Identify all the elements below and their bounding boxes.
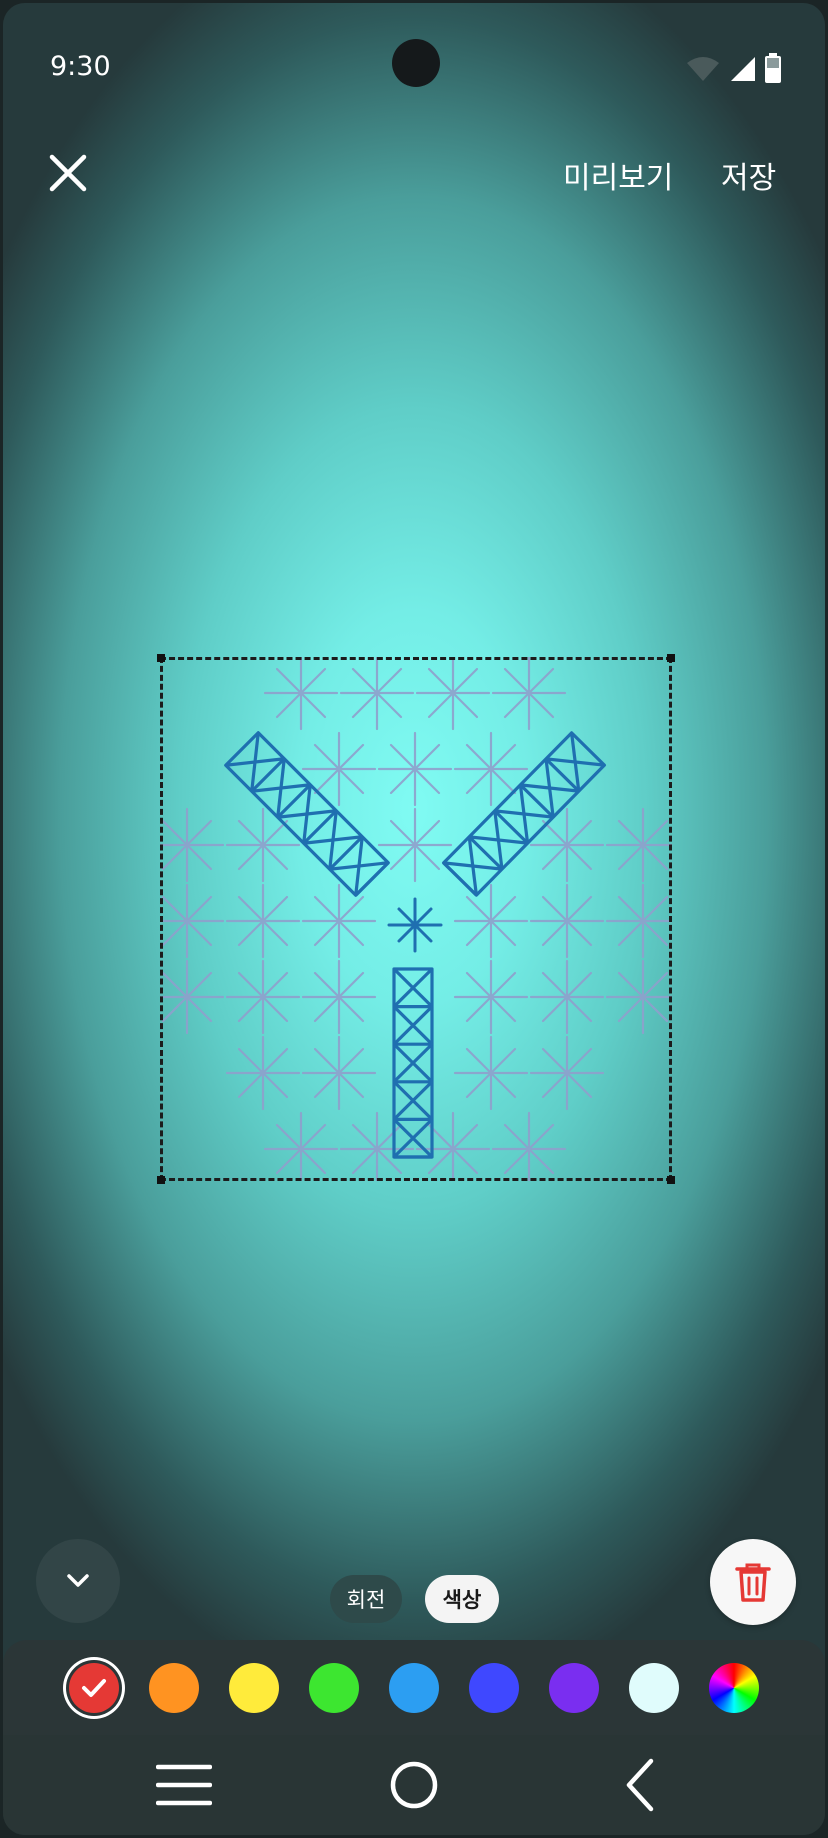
close-icon <box>49 154 87 192</box>
color-swatch-sky-blue[interactable] <box>389 1663 439 1713</box>
chevron-down-icon <box>67 1574 89 1587</box>
phone-screen: 9:30 미리보기 저장 회전 색상 <box>3 3 825 1835</box>
close-button[interactable] <box>43 148 93 198</box>
status-icons <box>685 53 781 83</box>
back-icon <box>626 1758 654 1812</box>
preview-button[interactable]: 미리보기 <box>563 153 673 197</box>
wifi-icon <box>687 57 719 81</box>
home-button[interactable] <box>354 1735 474 1835</box>
check-icon <box>82 1679 106 1697</box>
color-swatch-red[interactable] <box>69 1663 119 1713</box>
trash-icon <box>735 1563 771 1602</box>
battery-icon <box>765 53 781 83</box>
selection-box[interactable] <box>157 654 675 1184</box>
delete-button[interactable] <box>710 1539 796 1625</box>
tab-color[interactable]: 색상 <box>425 1575 499 1623</box>
status-time: 9:30 <box>50 51 111 82</box>
back-button[interactable] <box>581 1735 701 1835</box>
recent-apps-icon <box>156 1764 212 1806</box>
color-swatch-spectrum[interactable] <box>709 1663 759 1713</box>
color-swatch-light-cyan[interactable] <box>629 1663 679 1713</box>
color-swatch-blue[interactable] <box>469 1663 519 1713</box>
resize-handle-top-right[interactable] <box>667 654 675 662</box>
resize-handle-bottom-right[interactable] <box>667 1176 675 1184</box>
front-camera <box>392 39 440 87</box>
color-swatch-green[interactable] <box>309 1663 359 1713</box>
tab-rotate[interactable]: 회전 <box>330 1575 402 1623</box>
color-palette <box>3 1640 825 1735</box>
resize-handle-bottom-left[interactable] <box>157 1176 165 1184</box>
color-swatch-orange[interactable] <box>149 1663 199 1713</box>
home-icon <box>390 1761 438 1809</box>
save-button[interactable]: 저장 <box>721 153 776 197</box>
color-swatch-purple[interactable] <box>549 1663 599 1713</box>
color-swatch-yellow[interactable] <box>229 1663 279 1713</box>
signal-icon <box>731 57 755 81</box>
collapse-button[interactable] <box>36 1539 120 1623</box>
navigation-bar <box>3 1735 825 1835</box>
resize-handle-top-left[interactable] <box>157 654 165 662</box>
recent-apps-button[interactable] <box>124 1735 244 1835</box>
